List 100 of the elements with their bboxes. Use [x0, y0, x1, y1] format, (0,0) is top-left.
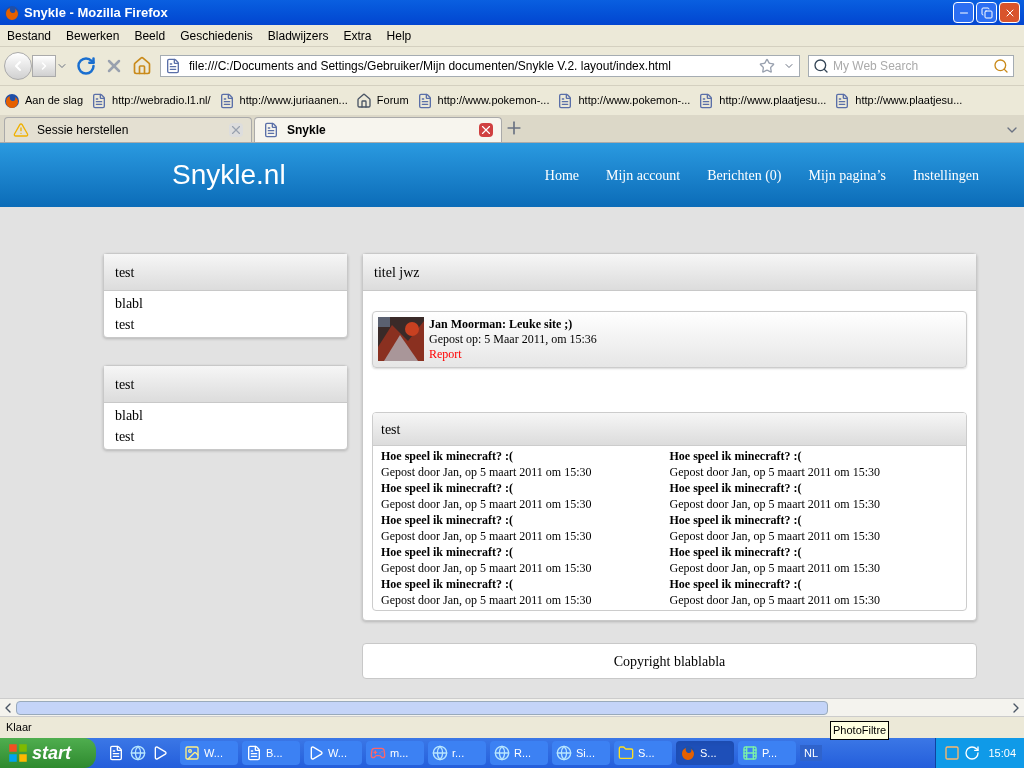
post-title[interactable]: Hoe speel ik minecraft? :(	[381, 512, 670, 528]
star-icon[interactable]	[759, 58, 775, 74]
tab[interactable]: Snykle	[254, 117, 502, 142]
refresh-icon[interactable]	[964, 745, 981, 761]
close-tab-icon[interactable]	[229, 123, 243, 137]
reload-icon[interactable]	[76, 56, 96, 76]
post-title[interactable]: Hoe speel ik minecraft? :(	[669, 576, 958, 592]
firefox-icon	[680, 745, 696, 761]
nav-link[interactable]: Home	[544, 164, 579, 186]
post-title[interactable]: Hoe speel ik minecraft? :(	[669, 448, 958, 464]
menu-item[interactable]: Bewerken	[66, 26, 120, 45]
panel-title: titel jwz	[374, 263, 420, 282]
nav-link[interactable]: Instellingen	[912, 164, 979, 186]
windows-logo-icon	[8, 743, 28, 763]
landscape-icon	[184, 745, 200, 761]
language-indicator[interactable]: NL	[800, 744, 823, 762]
address-field[interactable]: file:///C:/Documents and Settings/Gebruiker/Mijn documenten/Snykle V.2. layout/index.html	[160, 55, 800, 77]
taskbar-button[interactable]: W...	[180, 741, 238, 765]
nav-link[interactable]: Mijn account	[606, 164, 681, 186]
search-engine-icon[interactable]	[813, 58, 829, 74]
back-button[interactable]	[4, 52, 32, 80]
post-title[interactable]: Hoe speel ik minecraft? :(	[669, 512, 958, 528]
page-icon	[698, 92, 715, 109]
minimize-button[interactable]	[953, 2, 974, 23]
home-icon[interactable]	[132, 56, 152, 76]
bookmark[interactable]: Aan de slag	[4, 92, 84, 109]
status-text: Klaar	[6, 720, 32, 736]
nav-link[interactable]: Berichten (0)	[707, 164, 782, 186]
folder-icon	[618, 745, 634, 761]
close-tab-icon[interactable]	[479, 123, 493, 137]
document-icon	[108, 745, 124, 761]
menu-item[interactable]: Geschiedenis	[180, 26, 253, 45]
panel-title: test	[115, 263, 135, 282]
post-title[interactable]: Hoe speel ik minecraft? :(	[381, 480, 670, 496]
nav-link[interactable]: Mijn pagina’s	[808, 164, 886, 186]
start-button[interactable]: start	[0, 738, 96, 768]
taskbar-button[interactable]: Si...	[552, 741, 610, 765]
sidebar-text: test	[115, 428, 136, 446]
page-icon	[416, 92, 433, 109]
taskbar-button[interactable]: P...	[738, 741, 796, 765]
page-icon	[557, 92, 574, 109]
tooltip: PhotoFiltre	[830, 721, 890, 740]
post-meta: Gepost door Jan, op 5 maart 2011 om 15:30	[669, 592, 882, 608]
search-field[interactable]: My Web Search	[808, 55, 1014, 77]
bookmark[interactable]: http://www.pokemon-...	[416, 92, 550, 109]
bookmark[interactable]: http://www.plaatjesu...	[698, 92, 827, 109]
panel-title: test	[115, 375, 135, 394]
game-icon	[370, 745, 386, 761]
document-icon	[246, 745, 262, 761]
taskbar-button[interactable]: R...	[490, 741, 548, 765]
post-title[interactable]: Hoe speel ik minecraft? :(	[381, 448, 670, 464]
warning-icon	[13, 122, 29, 138]
bookmark[interactable]: http://www.pokemon-...	[557, 92, 691, 109]
bookmark[interactable]: Forum	[355, 92, 409, 109]
page-icon	[263, 122, 279, 138]
post-title[interactable]: Hoe speel ik minecraft? :(	[381, 576, 670, 592]
page-icon	[834, 92, 851, 109]
taskbar-button[interactable]: m...	[366, 741, 424, 765]
tab[interactable]: Sessie herstellen	[4, 117, 252, 142]
taskbar-button[interactable]: S...	[676, 741, 734, 765]
play-icon	[152, 745, 168, 761]
taskbar-button[interactable]: B...	[242, 741, 300, 765]
taskbar-button[interactable]: S...	[614, 741, 672, 765]
post-meta: Gepost door Jan, op 5 maart 2011 om 15:30	[381, 464, 593, 480]
sidebar-text: blabl	[115, 407, 144, 425]
page-icon	[218, 92, 235, 109]
menu-item[interactable]: Bladwijzers	[267, 26, 329, 45]
post-meta: Gepost door Jan, op 5 maart 2011 om 15:30	[669, 496, 882, 512]
menu-item[interactable]: Help	[386, 26, 412, 45]
scrollbar-thumb[interactable]	[16, 700, 828, 715]
post-meta: Gepost door Jan, op 5 maart 2011 om 15:30	[381, 592, 593, 608]
sidebar-text: blabl	[115, 295, 144, 313]
globe-icon	[556, 745, 572, 761]
menu-item[interactable]: Beeld	[134, 26, 166, 45]
close-button[interactable]	[999, 2, 1020, 23]
post-title[interactable]: Hoe speel ik minecraft? :(	[669, 544, 958, 560]
clock: 15:04	[988, 745, 1016, 761]
restore-button[interactable]	[976, 2, 997, 23]
post-meta: Gepost door Jan, op 5 maart 2011 om 15:30	[669, 464, 882, 480]
post-title[interactable]: Hoe speel ik minecraft? :(	[669, 480, 958, 496]
bookmark[interactable]: http://www.plaatjesu...	[834, 92, 963, 109]
menu-item[interactable]: Extra	[343, 26, 372, 45]
search-input[interactable]: My Web Search	[833, 57, 989, 75]
post-meta: Gepost door Jan, op 5 maart 2011 om 15:30	[381, 496, 593, 512]
bookmark[interactable]: http://webradio.l1.nl/	[91, 92, 211, 109]
globe-icon	[494, 745, 510, 761]
copyright-text: Copyright blablabla	[613, 652, 726, 671]
post-meta: Gepost door Jan, op 5 maart 2011 om 15:30	[669, 560, 882, 576]
search-icon[interactable]	[993, 58, 1009, 74]
menu-item[interactable]: Bestand	[7, 26, 52, 45]
tray-icon[interactable]	[944, 745, 961, 761]
page-icon	[91, 92, 108, 109]
site-logo[interactable]: Snykle.nl	[172, 154, 286, 196]
bookmark[interactable]: http://www.juriaanen...	[218, 92, 348, 109]
post-title[interactable]: Hoe speel ik minecraft? :(	[381, 544, 670, 560]
globe-icon	[130, 745, 146, 761]
taskbar-button[interactable]: r...	[428, 741, 486, 765]
post-meta: Gepost door Jan, op 5 maart 2011 om 15:30	[381, 560, 593, 576]
forward-button[interactable]	[32, 55, 56, 77]
taskbar-button[interactable]: W...	[304, 741, 362, 765]
